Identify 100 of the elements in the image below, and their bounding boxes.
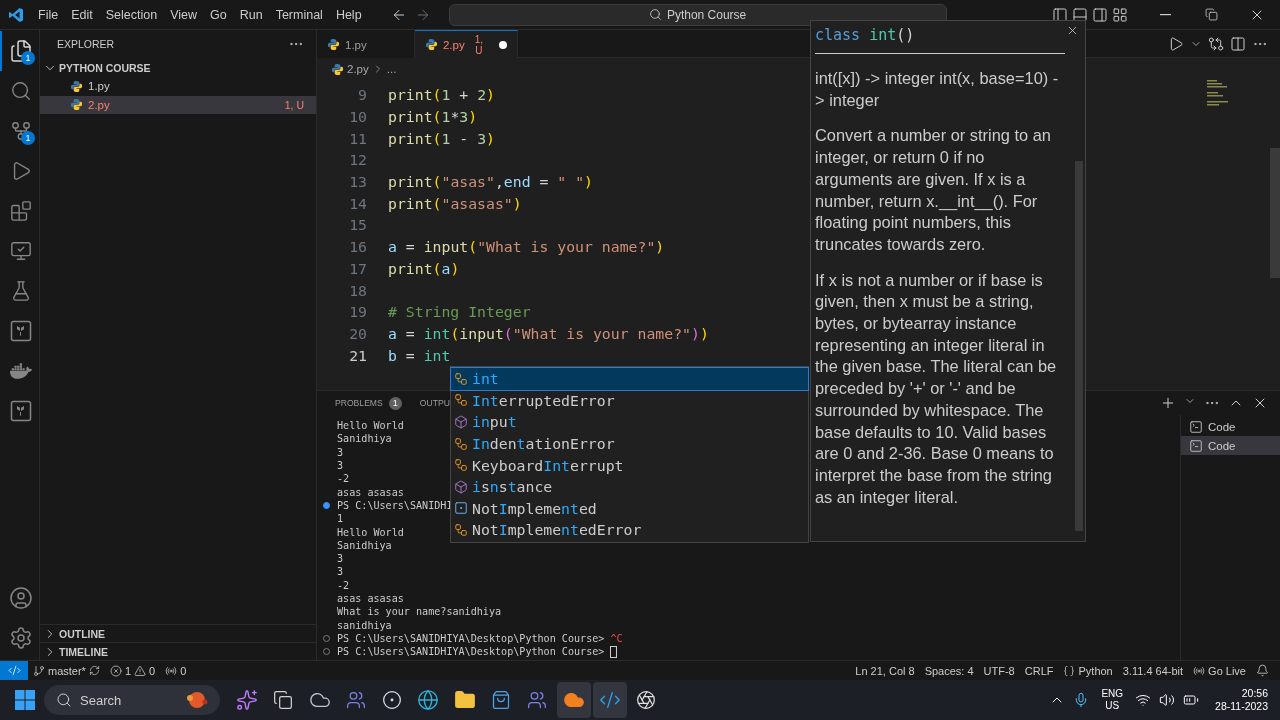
suggestion-item[interactable]: int [451, 368, 808, 390]
terminal-line: 3 [337, 446, 344, 458]
line-number: 14 [348, 194, 367, 212]
class-icon [454, 436, 468, 451]
language-indicator[interactable]: ENG US [1101, 688, 1124, 712]
class-icon [454, 371, 468, 386]
problems-button[interactable]: 1 0 [104, 664, 161, 677]
scrollbar[interactable] [1075, 161, 1083, 531]
clock[interactable]: 20:56 28-11-2023 [1215, 687, 1268, 713]
function-icon [454, 415, 468, 429]
sync-icon [88, 665, 100, 676]
aperture-icon [636, 690, 657, 710]
close-icon[interactable] [1066, 24, 1079, 37]
sidebar-title: EXPLORER [57, 38, 115, 50]
windows-icon [273, 690, 294, 710]
language-button[interactable]: Python [1058, 664, 1118, 677]
terminal-list-item[interactable]: Code [1181, 436, 1280, 455]
remote-icon [7, 664, 21, 677]
code-line: print("asasas") [388, 194, 522, 212]
code-icon [598, 689, 621, 711]
suggestion-item[interactable]: KeyboardInterrupt [451, 454, 808, 476]
editor-tab[interactable]: 1.py [317, 30, 415, 58]
breadcrumb[interactable]: ... [386, 63, 397, 75]
menu-item[interactable]: Run [233, 4, 269, 25]
suggestion-item[interactable]: IndentationError [451, 432, 808, 455]
line-number: 11 [348, 129, 367, 147]
code-line: # String Integer [388, 303, 531, 321]
line-number: 16 [348, 238, 367, 256]
menu-item[interactable]: Selection [99, 4, 164, 25]
python-file-icon [70, 79, 83, 93]
split-editor-icon[interactable] [1230, 35, 1246, 52]
status-item[interactable]: UTF-8 [978, 664, 1020, 677]
activity-bar-item[interactable]: 1 [0, 111, 40, 151]
python-file-icon [327, 38, 340, 51]
hover-paragraph: int([x]) -> integer int(x, base=10) -> integer [815, 68, 1059, 111]
whale-icon [10, 360, 32, 382]
remote-button[interactable] [0, 660, 28, 681]
people-icon [527, 690, 548, 710]
wifi-icon[interactable] [1135, 692, 1152, 708]
line-number: 9 [357, 86, 367, 104]
flask-icon [10, 280, 32, 302]
suggestion-item[interactable]: NotImplemented [451, 497, 808, 520]
menu-item[interactable]: Edit [65, 4, 99, 25]
terminal-line: Sanidhiya [337, 539, 392, 551]
run-icon[interactable] [1168, 35, 1184, 52]
scrollbar[interactable] [1270, 148, 1280, 278]
line-number: 18 [348, 281, 367, 299]
count-badge: 1 [388, 396, 402, 410]
suggestion-item[interactable]: isnstance [451, 475, 808, 498]
panel-tab[interactable]: PROBLEMS 1 [335, 396, 402, 410]
compare-icon[interactable] [1208, 35, 1224, 52]
explorer-entry[interactable]: 2.py 1, U [40, 95, 316, 114]
code-line: print("asas",end = " ") [388, 173, 593, 191]
suggestion-item[interactable]: InterruptedError [451, 389, 808, 412]
secondary-sidebar-icon[interactable] [1092, 6, 1108, 23]
command-center-search[interactable]: Python Course [448, 3, 947, 26]
taskbar-app[interactable] [556, 682, 591, 718]
command-decoration-icon[interactable] [323, 501, 330, 509]
status-item[interactable]: Spaces: 4 [919, 664, 979, 677]
status-item[interactable]: 3.11.4 64-bit [1117, 664, 1189, 677]
code-line: print(1*3) [388, 108, 478, 126]
panel-tab[interactable]: OUTPU [419, 398, 450, 408]
class-icon [454, 393, 468, 408]
suggestion-item[interactable]: NotImplementedError [451, 519, 808, 541]
status-item[interactable]: CRLF [1019, 664, 1059, 677]
windows-logo-icon[interactable] [14, 689, 36, 711]
menu-item[interactable]: Go [204, 4, 233, 25]
folder-header[interactable]: PYTHON COURSE [40, 58, 316, 77]
terminal-line: PS C:\Users\SANIDHI [337, 499, 453, 511]
suggestion-item[interactable]: input [451, 411, 808, 433]
ports-icon [165, 664, 178, 677]
add-icon[interactable] [1160, 395, 1176, 411]
menu-item[interactable]: Help [329, 4, 368, 25]
branch-button[interactable]: master* [28, 664, 105, 677]
terminal-line: asas asasas [337, 486, 404, 498]
menu-item[interactable]: File [32, 4, 65, 25]
branch-icon [33, 664, 45, 677]
taskbar-search-field[interactable]: Search [44, 685, 220, 715]
section-header[interactable]: OUTLINE [40, 624, 316, 642]
restore-icon [1204, 8, 1218, 21]
panel-toggle-icon[interactable] [1072, 6, 1088, 23]
sidebar-toggle-icon[interactable] [1052, 6, 1068, 23]
menu-item[interactable]: View [164, 4, 203, 25]
bag-icon [491, 690, 512, 710]
search-icon [56, 692, 72, 708]
ports-button[interactable]: 0 [160, 664, 192, 677]
breadcrumb[interactable]: 2.py [347, 63, 369, 75]
hover-paragraph: If x is not a number or if base is given, then x must be a string, bytes, or bytearray instance representing an integer literal in the given base. The literal can be preceded by '+' or '-' and be surrounded by whitespace. The base defaults to 10. Valid bases are 0 and 2-36. Base 0 means to interpret the base from the string as an integer literal. [815, 269, 1058, 508]
menu-item[interactable]: Terminal [269, 4, 329, 25]
terminal-line: Hello World [337, 526, 404, 538]
status-item[interactable]: Ln 21, Col 8 [850, 664, 920, 677]
layout-icon[interactable] [1112, 6, 1128, 23]
speaker-icon[interactable] [1159, 692, 1176, 708]
terminal-list-item[interactable]: Code [1181, 417, 1280, 436]
explorer-entry[interactable]: 1.py [40, 77, 316, 96]
code-line: b = int [388, 346, 451, 364]
go-live-button[interactable]: Go Live [1188, 664, 1251, 677]
battery-icon[interactable] [1183, 692, 1200, 708]
settings-icon [9, 626, 33, 650]
people-icon [345, 690, 366, 710]
